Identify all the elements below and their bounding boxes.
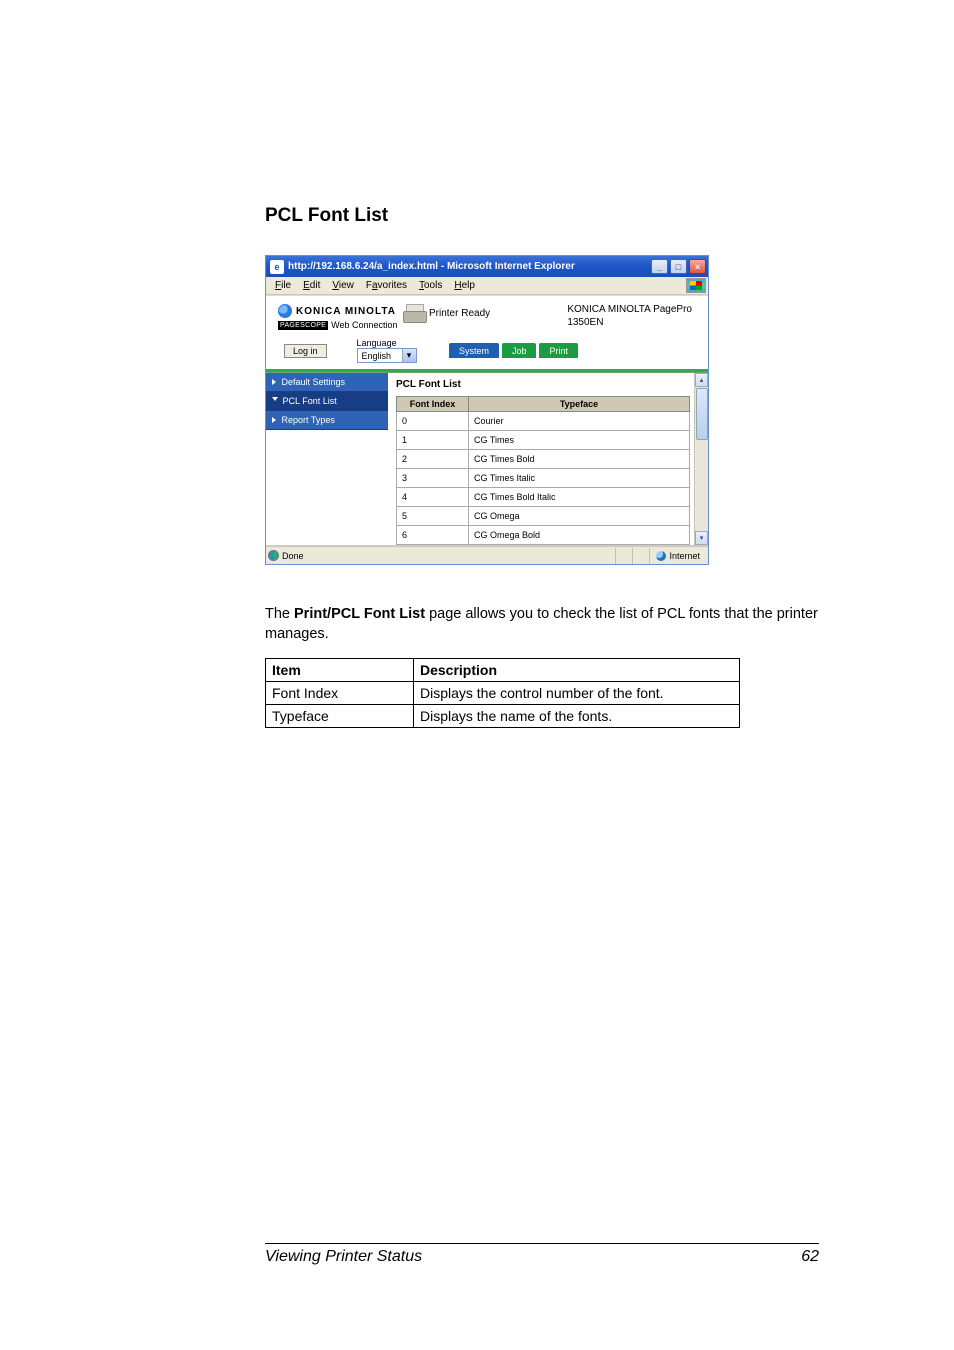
- table-row: 5CG Omega: [397, 507, 690, 526]
- col-typeface: Typeface: [469, 397, 690, 412]
- cell-index: 3: [397, 469, 469, 488]
- cell-typeface: CG Times Bold: [469, 450, 690, 469]
- language-value: English: [362, 351, 392, 361]
- section-heading: PCL Font List: [265, 205, 819, 227]
- body-paragraph: The Print/PCL Font List page allows you …: [265, 605, 819, 644]
- table-row: 4CG Times Bold Italic: [397, 488, 690, 507]
- desc-header-description: Description: [414, 659, 740, 682]
- ie-icon: e: [270, 260, 284, 274]
- table-row: 1CG Times: [397, 431, 690, 450]
- cell-typeface: CG Times Bold Italic: [469, 488, 690, 507]
- web-connection-label: Web Connection: [331, 320, 397, 330]
- chevron-down-icon: ▾: [402, 349, 416, 362]
- browser-statusbar: Done Internet: [266, 546, 708, 564]
- minimize-button[interactable]: _: [651, 259, 668, 274]
- body-text-a: The: [265, 606, 294, 622]
- arrow-right-icon: [272, 379, 276, 385]
- sidebar-item-label: PCL Font List: [283, 396, 337, 406]
- ie-throbber-icon: [686, 278, 706, 293]
- body-text-bold: Print/PCL Font List: [294, 606, 425, 622]
- model-line-1: KONICA MINOLTA PagePro: [567, 304, 692, 317]
- col-font-index: Font Index: [397, 397, 469, 412]
- footer-rule: [265, 1243, 819, 1244]
- maximize-button[interactable]: □: [670, 259, 687, 274]
- brand-logo: KONICA MINOLTA: [278, 304, 403, 318]
- tab-job[interactable]: Job: [502, 343, 537, 358]
- cell-index: 0: [397, 412, 469, 431]
- footer-section-title: Viewing Printer Status: [265, 1248, 422, 1266]
- cell-typeface: Courier: [469, 412, 690, 431]
- language-label: Language: [357, 338, 397, 348]
- scroll-up-icon[interactable]: ▴: [695, 373, 708, 387]
- desc-cell: Font Index: [266, 682, 414, 705]
- cell-typeface: CG Times Italic: [469, 469, 690, 488]
- brand-text: KONICA MINOLTA: [296, 306, 396, 317]
- menu-help[interactable]: Help: [449, 279, 480, 292]
- footer-page-number: 62: [801, 1248, 819, 1266]
- status-zone: Internet: [669, 551, 700, 561]
- tab-print[interactable]: Print: [539, 343, 578, 358]
- pagescope-badge: PAGESCOPE: [278, 321, 328, 330]
- menu-favorites[interactable]: Favorites: [361, 279, 412, 292]
- table-row: 2CG Times Bold: [397, 450, 690, 469]
- status-done: Done: [282, 551, 304, 561]
- tab-system[interactable]: System: [449, 343, 499, 358]
- table-row: 0Courier: [397, 412, 690, 431]
- cell-index: 1: [397, 431, 469, 450]
- pcl-font-table: Font Index Typeface 0Courier 1CG Times 2…: [396, 396, 690, 545]
- menu-tools[interactable]: Tools: [414, 279, 447, 292]
- language-select[interactable]: English ▾: [357, 348, 417, 363]
- desc-cell: Typeface: [266, 705, 414, 728]
- desc-header-item: Item: [266, 659, 414, 682]
- sidebar-item-label: Report Types: [282, 415, 335, 425]
- description-table: Item Description Font Index Displays the…: [265, 658, 740, 728]
- browser-window: e http://192.168.6.24/a_index.html - Mic…: [265, 255, 709, 565]
- printer-status: Printer Ready: [429, 308, 490, 319]
- cell-typeface: CG Omega Bold: [469, 526, 690, 545]
- pane-title: PCL Font List: [396, 379, 690, 390]
- sidebar-item-report-types[interactable]: Report Types: [266, 411, 388, 430]
- window-title: http://192.168.6.24/a_index.html - Micro…: [288, 261, 575, 272]
- scroll-down-icon[interactable]: ▾: [695, 531, 708, 545]
- cell-typeface: CG Omega: [469, 507, 690, 526]
- globe-icon: [278, 304, 292, 318]
- menu-view[interactable]: View: [327, 279, 359, 292]
- desc-cell: Displays the control number of the font.: [414, 682, 740, 705]
- printer-icon: [403, 304, 425, 322]
- cell-index: 4: [397, 488, 469, 507]
- menu-file[interactable]: File: [270, 279, 296, 292]
- cell-index: 6: [397, 526, 469, 545]
- arrow-right-icon: [272, 417, 276, 423]
- page-content: KONICA MINOLTA PAGESCOPE Web Connection …: [266, 295, 708, 564]
- cell-index: 5: [397, 507, 469, 526]
- browser-menubar: File Edit View Favorites Tools Help: [266, 277, 708, 295]
- sidebar: Default Settings PCL Font List Report Ty…: [266, 373, 388, 545]
- desc-cell: Displays the name of the fonts.: [414, 705, 740, 728]
- model-line-2: 1350EN: [567, 317, 692, 330]
- cell-index: 2: [397, 450, 469, 469]
- cell-typeface: CG Times: [469, 431, 690, 450]
- page-footer: Viewing Printer Status 62: [265, 1243, 819, 1266]
- content-scrollbar[interactable]: ▴ ▾: [694, 373, 708, 545]
- internet-zone-icon: [656, 551, 666, 561]
- done-icon: [268, 550, 279, 561]
- table-row: 3CG Times Italic: [397, 469, 690, 488]
- sidebar-item-pcl-font-list[interactable]: PCL Font List: [266, 392, 388, 411]
- arrow-down-icon: [272, 397, 278, 404]
- login-button[interactable]: Log in: [284, 344, 327, 358]
- table-row: 6CG Omega Bold: [397, 526, 690, 545]
- menu-edit[interactable]: Edit: [298, 279, 325, 292]
- close-button[interactable]: ×: [689, 259, 706, 274]
- window-titlebar: e http://192.168.6.24/a_index.html - Mic…: [266, 256, 708, 277]
- sidebar-item-label: Default Settings: [282, 377, 346, 387]
- sidebar-item-default-settings[interactable]: Default Settings: [266, 373, 388, 392]
- main-pane: PCL Font List Font Index Typeface 0Couri…: [388, 373, 708, 545]
- scroll-thumb[interactable]: [696, 388, 708, 440]
